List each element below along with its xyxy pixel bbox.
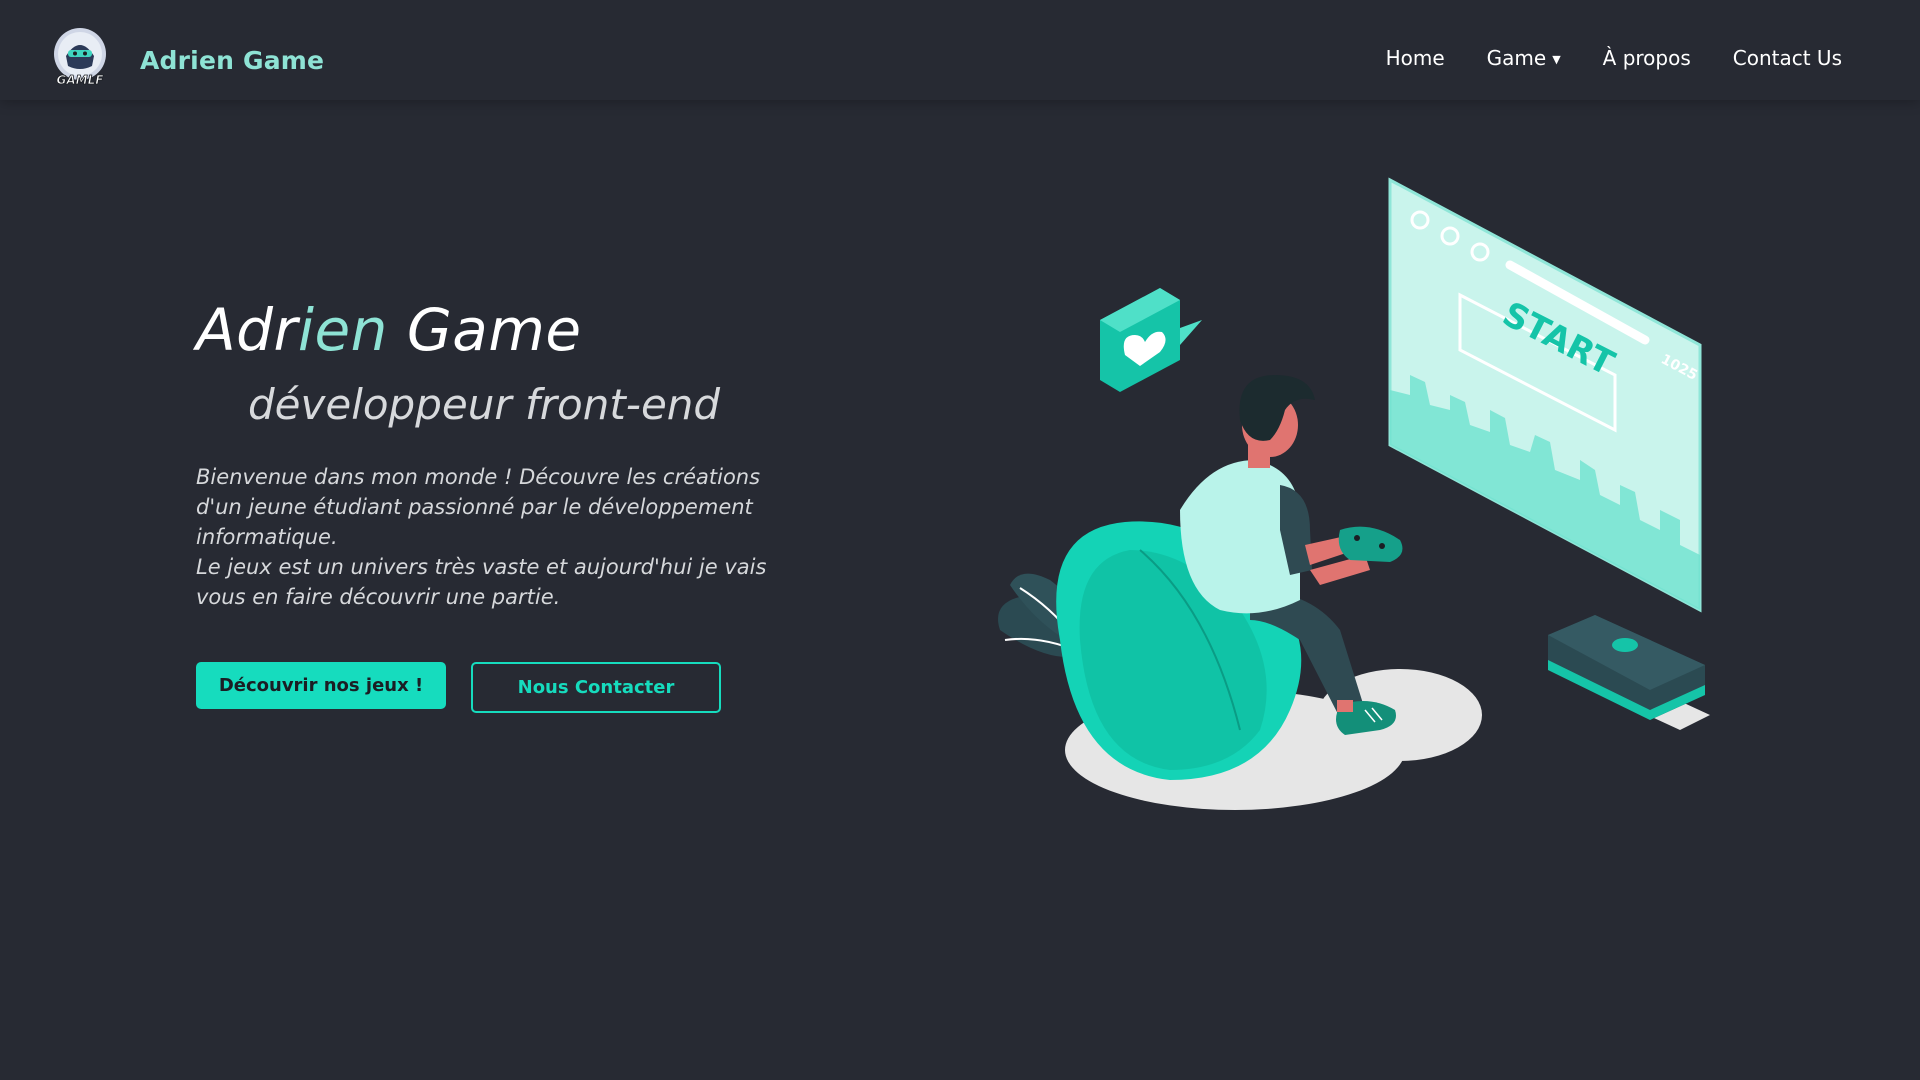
svg-text:GAMLF: GAMLF xyxy=(57,73,105,87)
gamer-illustration: START 1025 xyxy=(998,177,1710,810)
hero-paragraph-line2: Le jeux est un univers très vaste et auj… xyxy=(196,555,767,609)
hero-title: Adrien Game xyxy=(196,296,582,364)
logo-icon: GAMLF xyxy=(54,28,106,87)
hero-title-part1: Adr xyxy=(196,296,298,364)
logo[interactable]: GAMLF xyxy=(48,26,112,90)
hero-paragraph-line1: Bienvenue dans mon monde ! Découvre les … xyxy=(196,465,761,549)
nav-contact[interactable]: Contact Us xyxy=(1733,46,1842,70)
site-header: GAMLF Adrien Game Home Game ▼ À propos C… xyxy=(0,0,1920,100)
nav-game-label: Game xyxy=(1486,46,1547,70)
hero-title-part2: Game xyxy=(387,296,582,364)
main-nav: Home Game ▼ À propos Contact Us xyxy=(1386,46,1842,70)
brand-name[interactable]: Adrien Game xyxy=(140,46,324,75)
heart-bubble-icon xyxy=(1100,288,1202,392)
hero-paragraph: Bienvenue dans mon monde ! Découvre les … xyxy=(196,462,796,612)
console-icon xyxy=(1548,615,1710,730)
hero-subtitle: développeur front-end xyxy=(248,380,721,429)
discover-games-button[interactable]: Découvrir nos jeux ! xyxy=(196,662,446,709)
caret-down-icon: ▼ xyxy=(1552,52,1561,66)
nav-about[interactable]: À propos xyxy=(1603,46,1691,70)
nav-about-label: À propos xyxy=(1602,46,1691,70)
contact-us-button[interactable]: Nous Contacter xyxy=(471,662,721,713)
nav-home[interactable]: Home xyxy=(1386,46,1445,70)
nav-game-dropdown[interactable]: Game ▼ xyxy=(1487,46,1561,70)
hero-title-accent: ien xyxy=(297,296,388,364)
game-screen: START 1025 xyxy=(1388,177,1702,613)
nav-contact-label: Contact Us xyxy=(1732,46,1842,70)
hero-illustration: START 1025 xyxy=(980,170,1740,850)
nav-home-label: Home xyxy=(1385,46,1445,70)
